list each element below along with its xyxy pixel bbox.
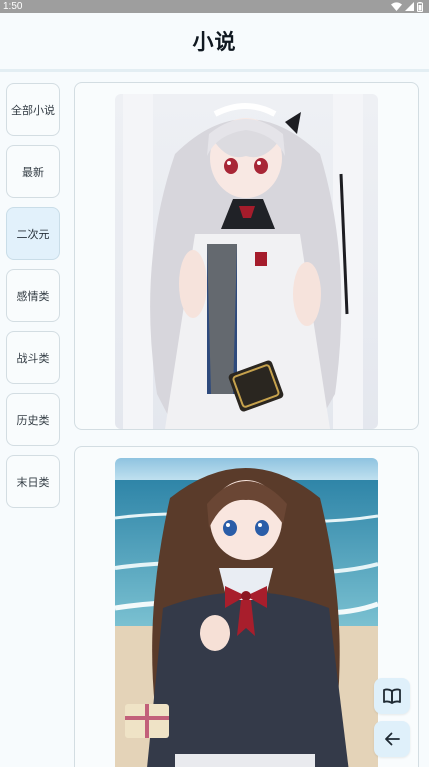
signal-icon: [405, 2, 414, 11]
category-all-novels[interactable]: 全部小说: [6, 83, 60, 136]
category-label: 末日类: [16, 475, 50, 489]
status-time: 1:50: [3, 1, 23, 12]
page-title: 小说: [192, 30, 237, 54]
category-label: 全部小说: [11, 103, 55, 117]
category-sidebar: 全部小说 最新 二次元 感情类 战斗类 历史类 末日类: [6, 83, 60, 517]
novel-cover-image[interactable]: [115, 458, 378, 767]
open-book-icon: [383, 688, 401, 704]
novel-list: [74, 82, 419, 767]
category-romance[interactable]: 感情类: [6, 269, 60, 322]
category-label: 最新: [22, 165, 44, 179]
wifi-icon: [391, 2, 402, 11]
category-label: 历史类: [16, 413, 50, 427]
header-divider: [0, 69, 429, 72]
category-latest[interactable]: 最新: [6, 145, 60, 198]
anime-girl-illustration: [115, 94, 378, 429]
reading-mode-button[interactable]: [374, 678, 410, 714]
novel-card[interactable]: [74, 446, 419, 767]
category-label: 感情类: [16, 289, 50, 303]
arrow-left-icon: [385, 732, 400, 746]
category-battle[interactable]: 战斗类: [6, 331, 60, 384]
category-apocalypse[interactable]: 末日类: [6, 455, 60, 508]
novel-card[interactable]: [74, 82, 419, 430]
battery-icon: [417, 1, 423, 12]
category-history[interactable]: 历史类: [6, 393, 60, 446]
back-button[interactable]: [374, 721, 410, 757]
category-label: 战斗类: [16, 351, 50, 365]
anime-girl-beach-illustration: [115, 458, 378, 767]
category-label: 二次元: [16, 227, 50, 241]
novel-cover-image[interactable]: [115, 94, 378, 429]
category-anime[interactable]: 二次元: [6, 207, 60, 260]
status-icons: [391, 1, 423, 12]
status-bar: 1:50: [0, 0, 429, 13]
app-header: 小说: [0, 13, 429, 69]
